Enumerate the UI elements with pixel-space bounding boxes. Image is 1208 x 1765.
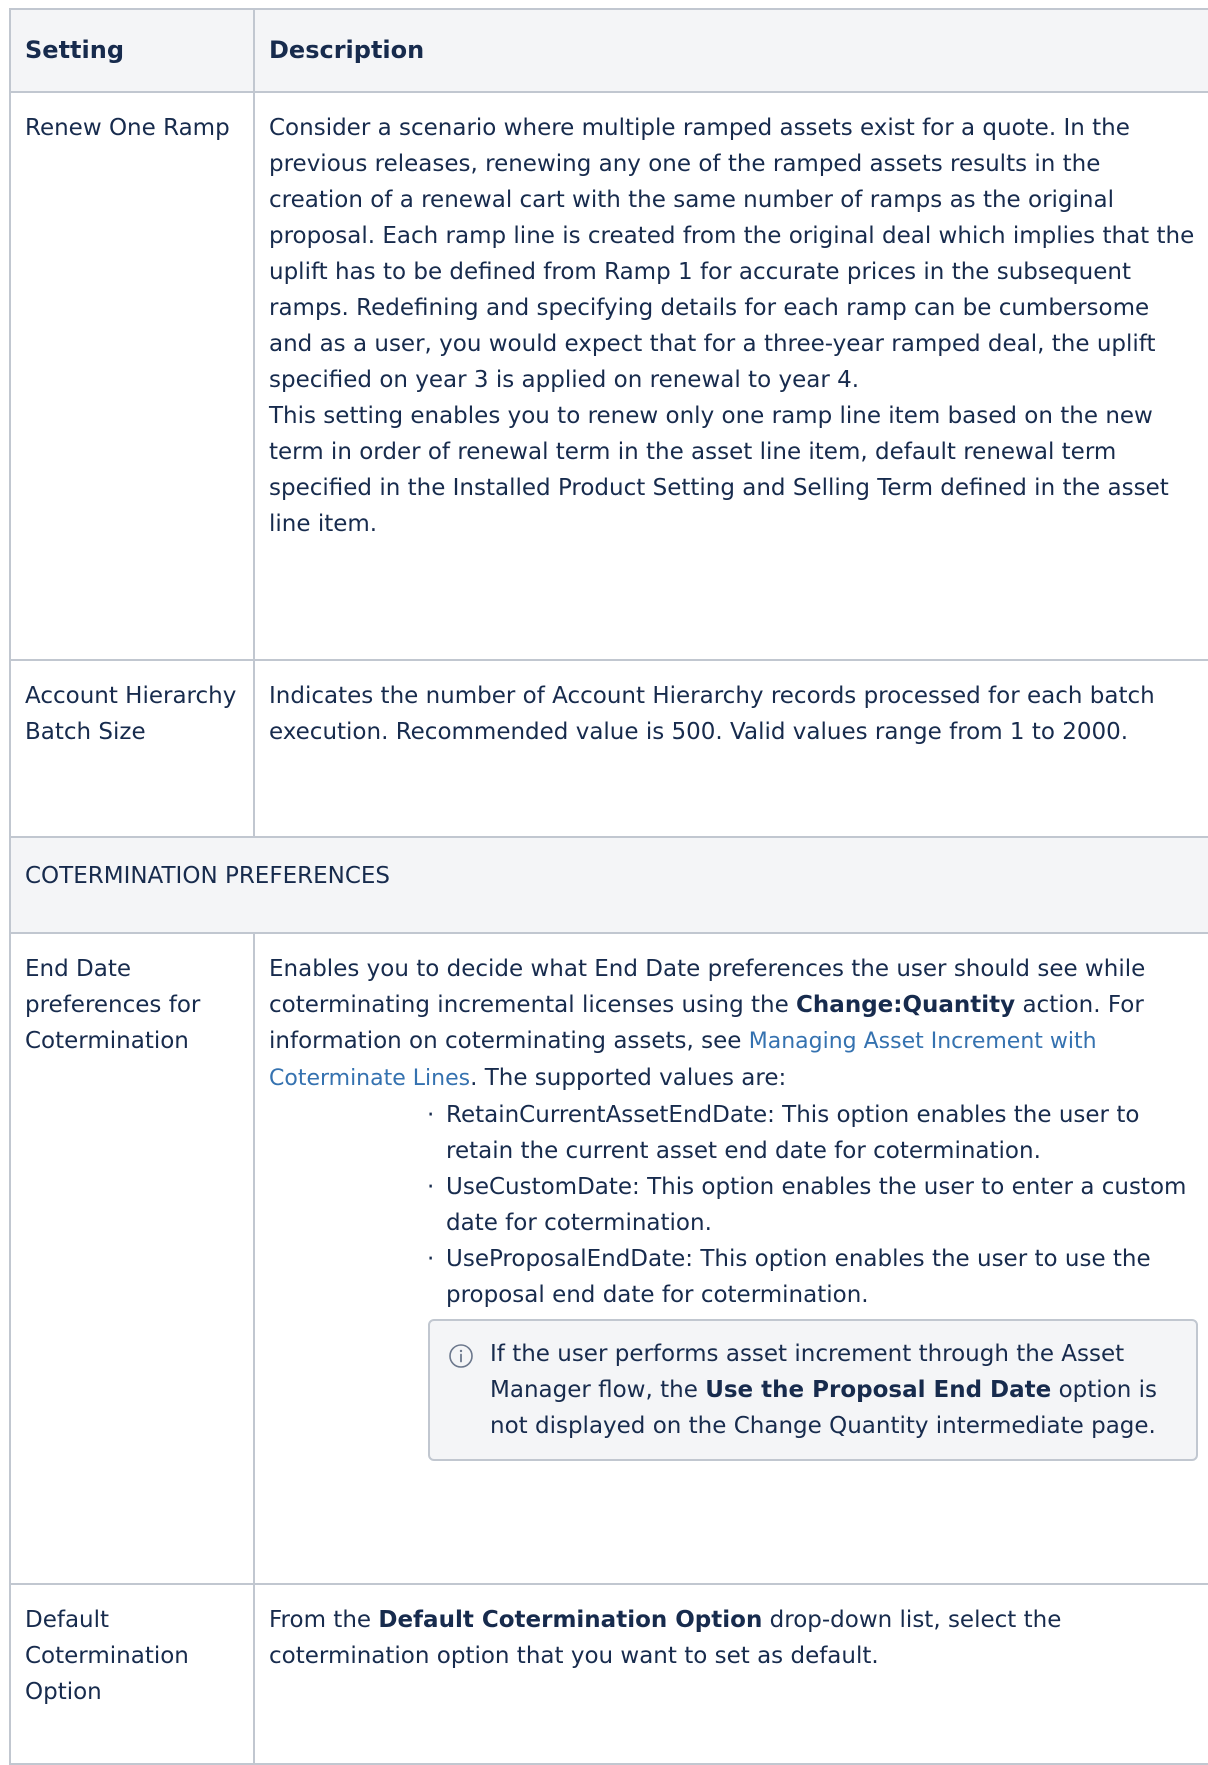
section-row-cotermination: COTERMINATION PREFERENCES <box>9 836 1208 934</box>
header-row: Setting Description <box>9 8 1208 93</box>
info-text: If the user performs asset increment thr… <box>490 1336 1180 1444</box>
table-row-account-hierarchy-batch-size: Account Hierarchy Batch Size Indicates t… <box>9 659 1208 838</box>
description-text: From the <box>269 1607 379 1633</box>
settings-table: Setting Description Renew One Ramp Consi… <box>9 8 1208 1765</box>
setting-name: End Date preferences for Cotermination <box>9 932 255 1585</box>
setting-name: Default Cotermination Option <box>9 1583 255 1765</box>
action-name: Change:Quantity <box>796 992 1016 1018</box>
list-item: UseCustomDate: This option enables the u… <box>427 1169 1198 1241</box>
description-paragraph: Consider a scenario where multiple rampe… <box>269 115 1195 393</box>
description-text: . The supported values are: <box>470 1065 787 1091</box>
section-heading: COTERMINATION PREFERENCES <box>9 836 1208 934</box>
option-name: Use the Proposal End Date <box>705 1377 1052 1403</box>
column-header-description: Description <box>253 8 1208 93</box>
column-header-setting: Setting <box>9 8 255 93</box>
info-panel: If the user performs asset increment thr… <box>428 1319 1198 1461</box>
table-row-renew-one-ramp: Renew One Ramp Consider a scenario where… <box>9 91 1208 661</box>
dropdown-name: Default Cotermination Option <box>378 1607 763 1633</box>
setting-description: From the Default Cotermination Option dr… <box>253 1583 1208 1765</box>
setting-name: Account Hierarchy Batch Size <box>9 659 255 838</box>
setting-description: Indicates the number of Account Hierarch… <box>253 659 1208 838</box>
description-paragraph: Enables you to decide what End Date pref… <box>269 951 1198 1097</box>
description-paragraph: This setting enables you to renew only o… <box>269 403 1169 537</box>
setting-name: Renew One Ramp <box>9 91 255 661</box>
setting-description: Enables you to decide what End Date pref… <box>253 932 1208 1585</box>
list-item: UseProposalEndDate: This option enables … <box>427 1241 1198 1313</box>
table-row-end-date-preferences: End Date preferences for Cotermination E… <box>9 932 1208 1585</box>
setting-description: Consider a scenario where multiple rampe… <box>253 91 1208 661</box>
list-item: RetainCurrentAssetEndDate: This option e… <box>427 1097 1198 1169</box>
supported-values-list: RetainCurrentAssetEndDate: This option e… <box>269 1097 1198 1313</box>
info-icon <box>449 1344 473 1368</box>
table-row-default-cotermination-option: Default Cotermination Option From the De… <box>9 1583 1208 1765</box>
description-paragraph: From the Default Cotermination Option dr… <box>269 1602 1198 1674</box>
